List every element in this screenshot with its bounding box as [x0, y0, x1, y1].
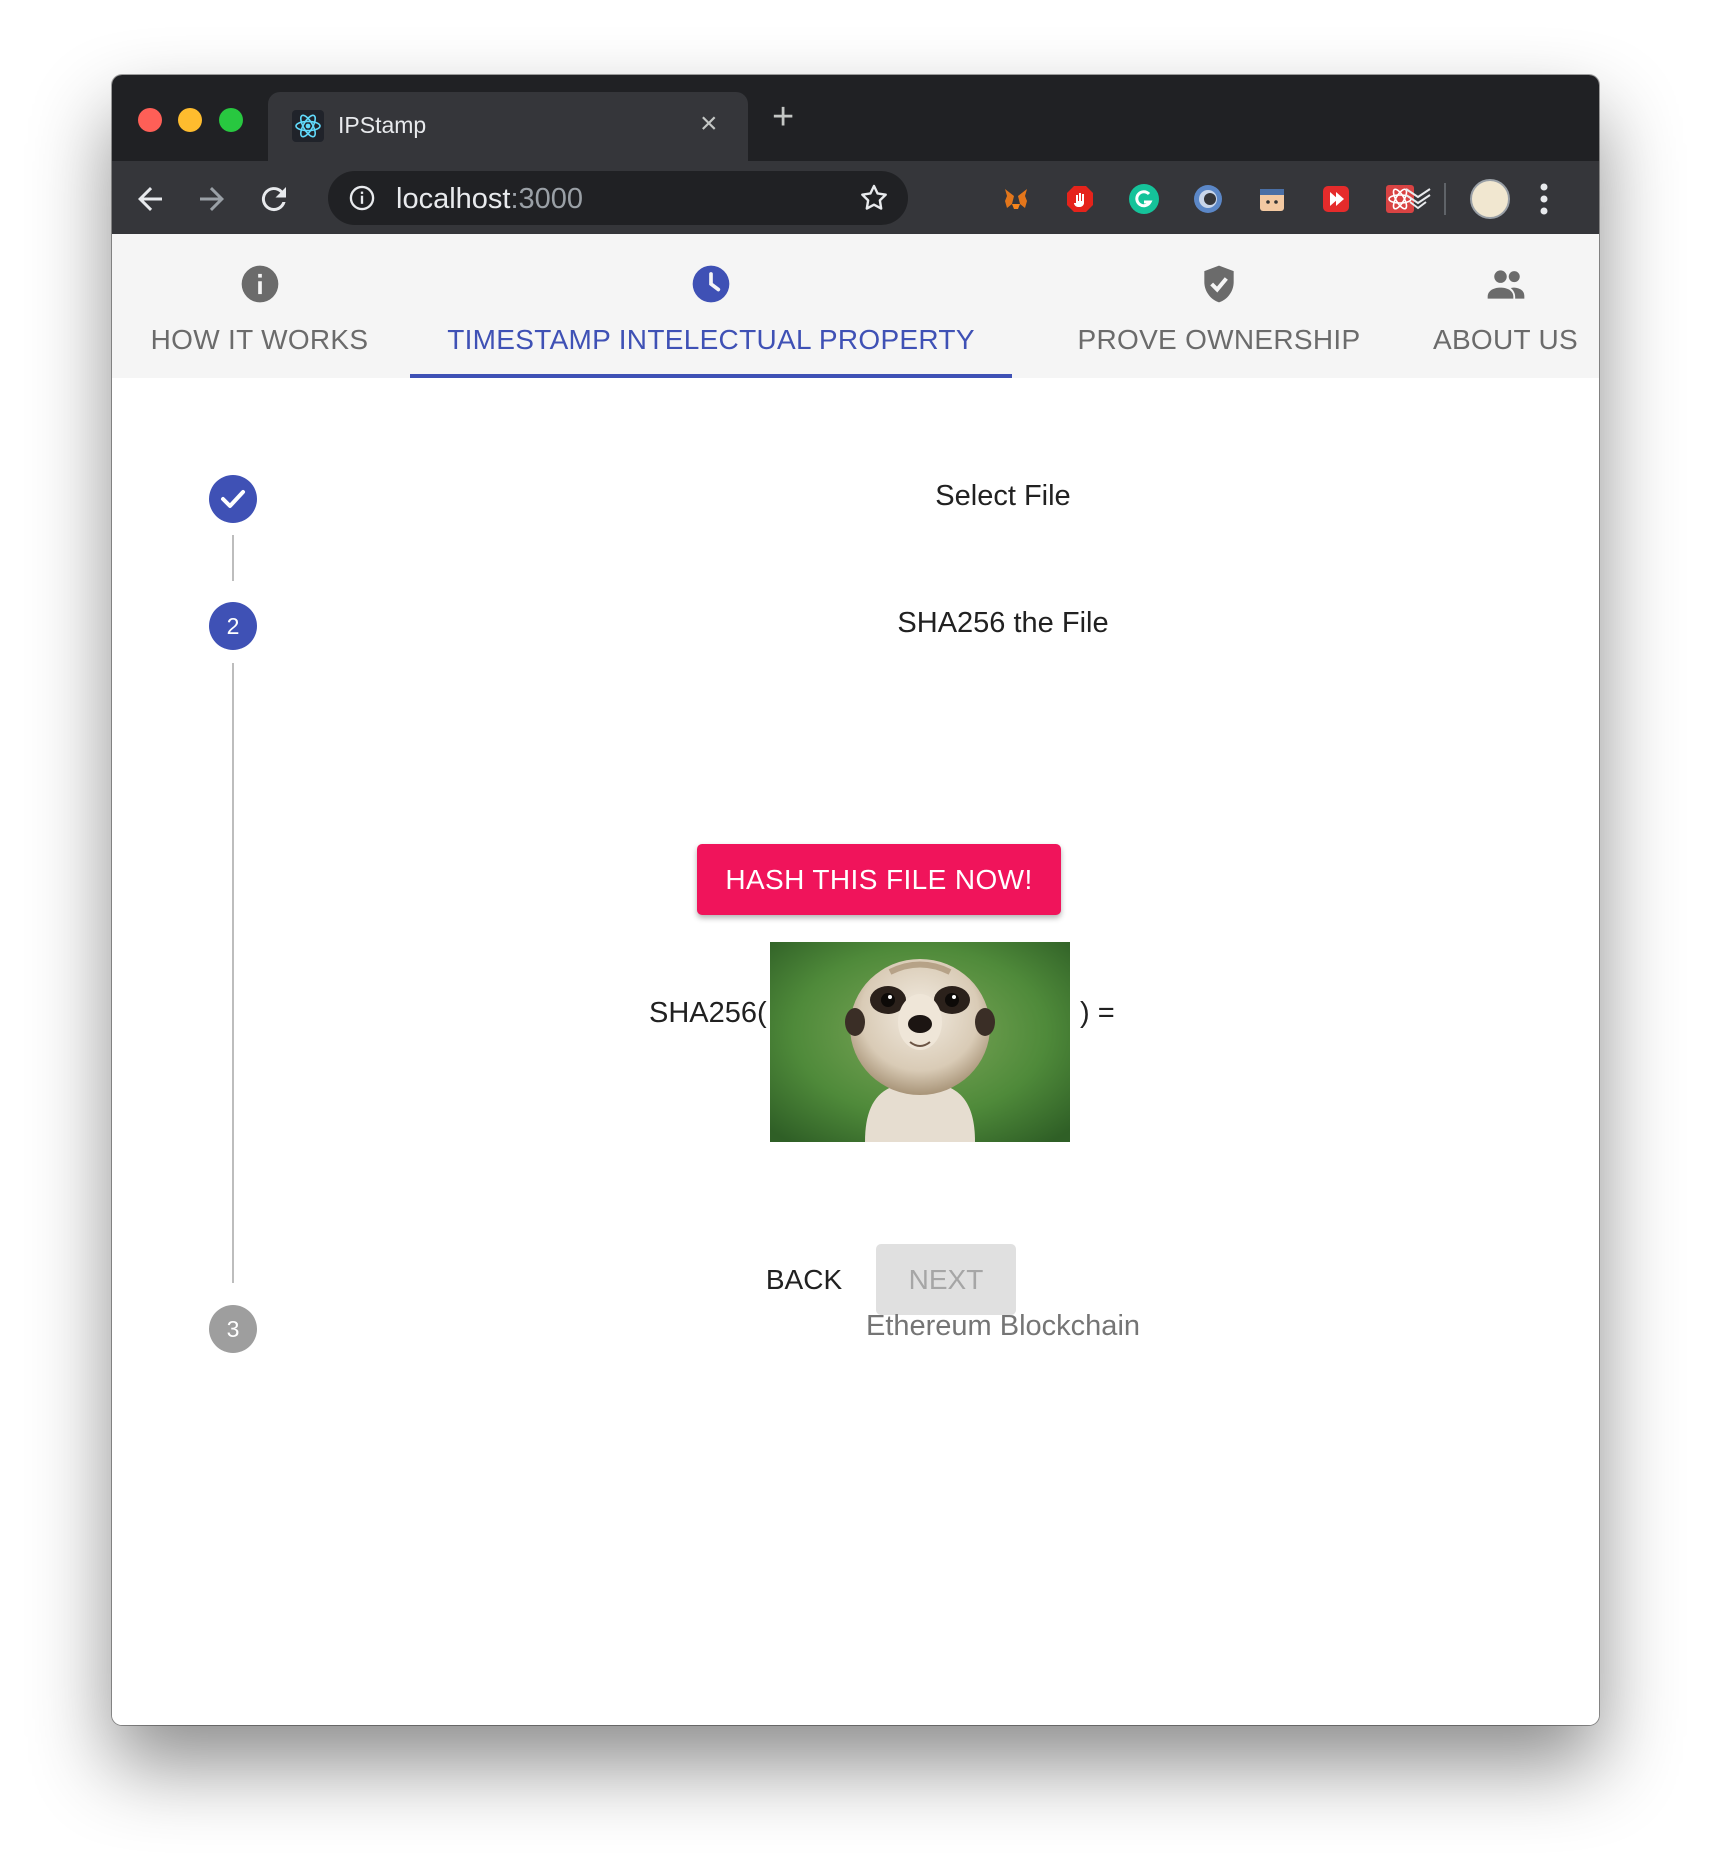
info-icon[interactable]	[348, 184, 376, 212]
metamask-extension-icon[interactable]	[1000, 183, 1032, 215]
round-extension-icon[interactable]	[1192, 183, 1224, 215]
verified-shield-icon	[1204, 265, 1234, 303]
tab-about-us[interactable]: ABOUT US	[1412, 234, 1599, 378]
step-label: SHA256 the File	[897, 607, 1109, 639]
close-tab-icon[interactable]: ×	[700, 106, 718, 142]
sha-suffix-text: ) =	[1080, 997, 1115, 1029]
hash-file-button[interactable]: HASH THIS FILE NOW!	[697, 844, 1061, 915]
minimize-window-button[interactable]	[178, 108, 202, 132]
tab-label: ABOUT US	[1432, 324, 1579, 355]
step-content-line	[232, 663, 234, 1283]
info-icon	[241, 265, 278, 303]
new-tab-button[interactable]: +	[772, 97, 794, 137]
reload-icon[interactable]	[256, 181, 292, 217]
more-menu-icon[interactable]	[1540, 181, 1548, 217]
step-connector	[232, 535, 234, 581]
chevrons-extension-icon[interactable]	[1402, 183, 1434, 215]
sha-prefix-text: SHA256(	[649, 997, 767, 1029]
step-label: Select File	[935, 480, 1071, 512]
profile-avatar[interactable]	[1470, 179, 1510, 219]
toolbar-divider	[1444, 183, 1446, 215]
tab-label: TIMESTAMP INTELECTUAL PROPERTY	[447, 324, 975, 355]
people-icon	[1487, 270, 1524, 299]
browser-window: IPStamp × + localhost:3000 HOW IT WORKS …	[112, 75, 1599, 1725]
tab-prove-ownership[interactable]: PROVE OWNERSHIP	[1042, 234, 1396, 378]
next-button: NEXT	[876, 1244, 1016, 1315]
address-bar[interactable]: localhost:3000	[328, 171, 908, 225]
app-nav-tabs: HOW IT WORKS TIMESTAMP INTELECTUAL PROPE…	[112, 234, 1599, 378]
tab-timestamp[interactable]: TIMESTAMP INTELECTUAL PROPERTY	[410, 234, 1012, 378]
tab-title: IPStamp	[338, 112, 427, 138]
tab-label: HOW IT WORKS	[150, 324, 369, 355]
back-button[interactable]: BACK	[754, 1244, 854, 1315]
close-window-button[interactable]	[138, 108, 162, 132]
back-arrow-icon[interactable]	[132, 181, 168, 217]
tab-strip: IPStamp × +	[112, 75, 1599, 161]
stepper-content: Select File 2 SHA256 the File HASH THIS …	[112, 378, 1599, 1725]
url-text: localhost:3000	[396, 183, 584, 215]
maximize-window-button[interactable]	[219, 108, 243, 132]
forward-arrow-icon[interactable]	[194, 181, 230, 217]
step-label: Ethereum Blockchain	[865, 1310, 1141, 1342]
tab-label: PROVE OWNERSHIP	[1077, 324, 1361, 355]
browser-tab[interactable]: IPStamp ×	[268, 92, 748, 161]
adblock-extension-icon[interactable]	[1064, 183, 1096, 215]
clock-icon	[692, 265, 730, 303]
selected-file-image	[770, 942, 1070, 1142]
character-extension-icon[interactable]	[1256, 183, 1288, 215]
bookmark-star-icon[interactable]	[858, 182, 890, 214]
video-extension-icon[interactable]	[1320, 183, 1352, 215]
tab-how-it-works[interactable]: HOW IT WORKS	[112, 234, 407, 378]
browser-toolbar: localhost:3000	[112, 161, 1599, 234]
grammarly-extension-icon[interactable]	[1128, 183, 1160, 215]
react-logo-icon	[292, 110, 324, 142]
